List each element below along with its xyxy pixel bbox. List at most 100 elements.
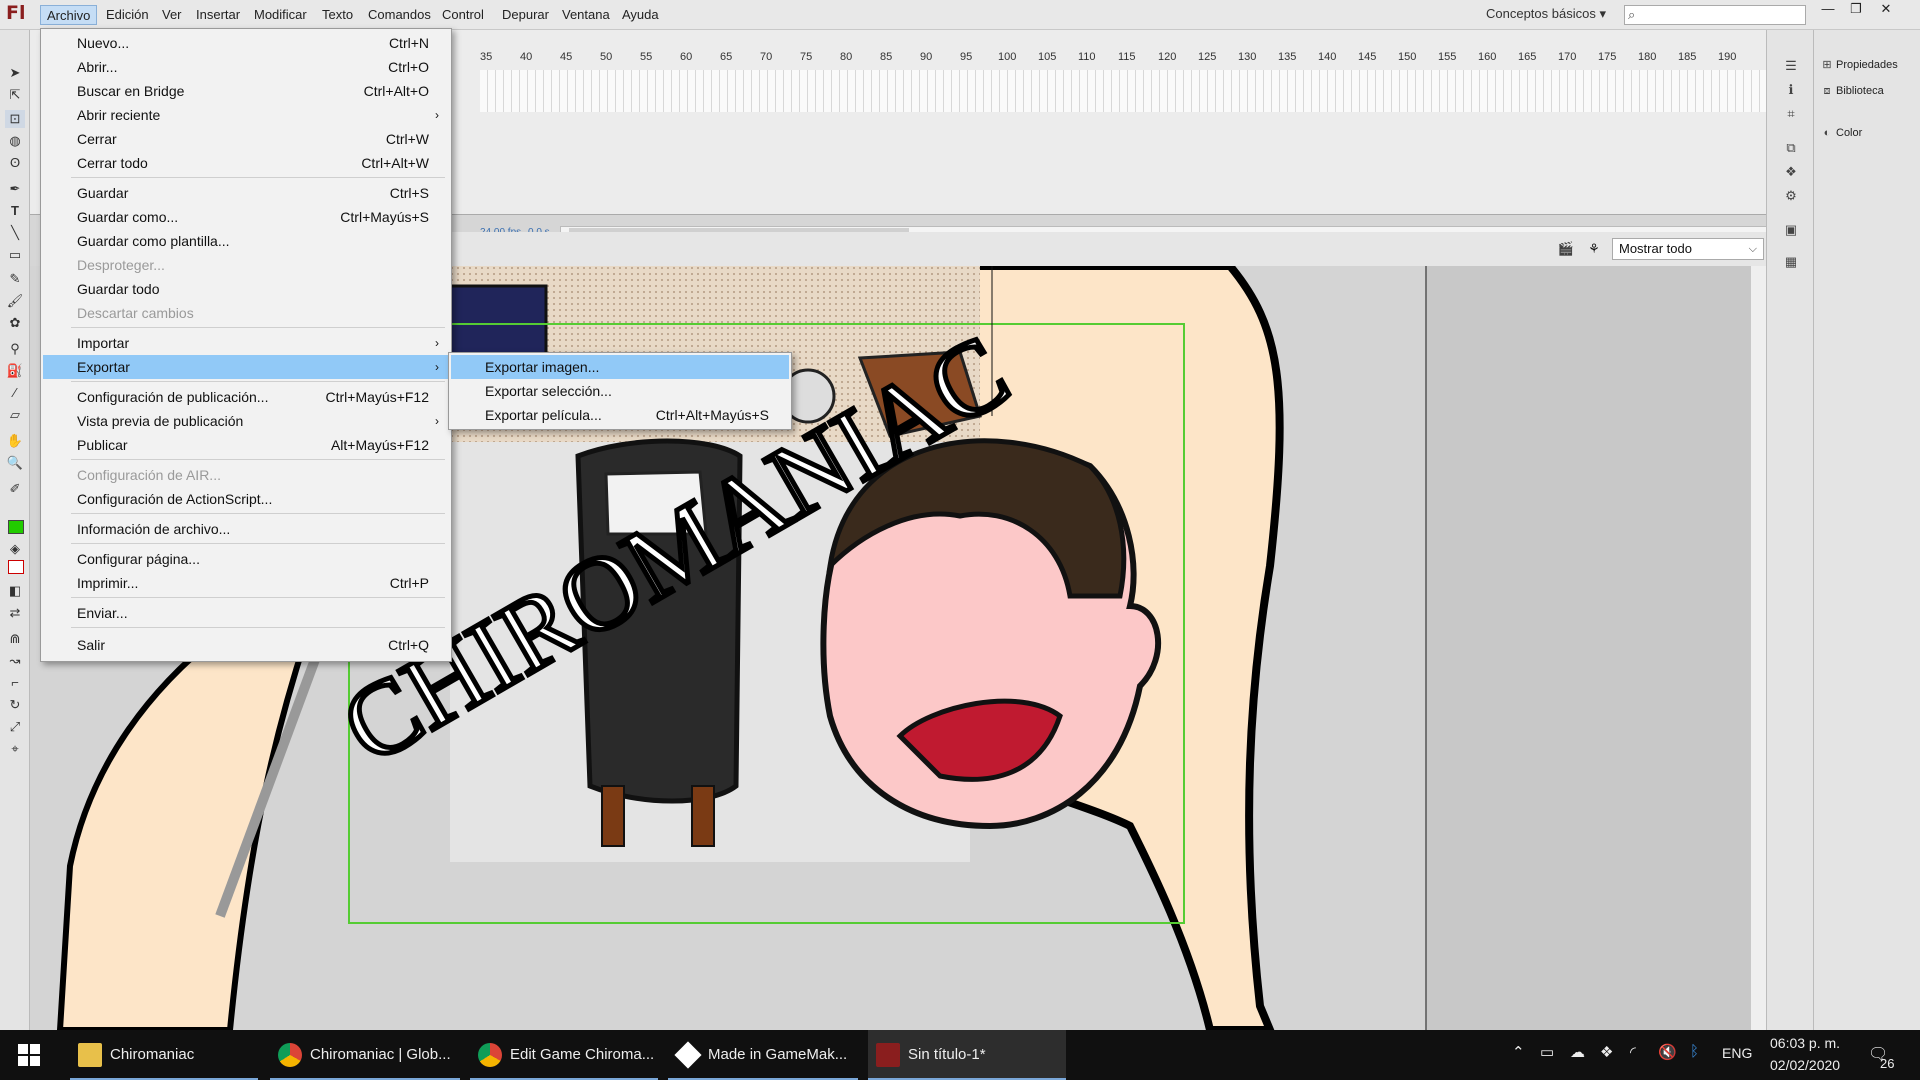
pen-tool-icon[interactable]: ✒ <box>5 180 25 198</box>
motion-presets-icon[interactable]: ⚙ <box>1781 188 1801 206</box>
minimize-icon[interactable]: — <box>1814 0 1842 18</box>
menu-item-cerrar[interactable]: Cerrar Ctrl+W <box>43 127 449 151</box>
clock-date[interactable]: 02/02/2020 <box>1770 1057 1840 1073</box>
edit-scene-icon[interactable]: 🎬 <box>1556 240 1576 258</box>
stage-vertical-scrollbar[interactable] <box>1750 266 1766 1030</box>
stroke-color-swatch[interactable] <box>8 520 24 534</box>
chevron-up-icon[interactable]: ⌃ <box>1512 1043 1525 1061</box>
smooth-icon[interactable]: ↝ <box>5 652 25 670</box>
menu-item-config-publicacion[interactable]: Configuración de publicación... Ctrl+Mayú… <box>43 385 449 409</box>
pencil-tool-icon[interactable]: ✎ <box>5 270 25 288</box>
taskbar-gamemaker[interactable]: Made in GameMak... <box>668 1030 858 1080</box>
subselection-tool-icon[interactable]: ⇱ <box>5 86 25 104</box>
taskbar-explorer[interactable]: Chiromaniac <box>70 1030 258 1080</box>
menu-edicion[interactable]: Edición <box>100 5 155 25</box>
workspace-switcher[interactable]: Conceptos básicos ▾ <box>1486 6 1606 22</box>
battery-icon[interactable]: ▭ <box>1540 1043 1554 1061</box>
menu-item-vista-previa[interactable]: Vista previa de publicación › <box>43 409 449 433</box>
scale-icon[interactable]: ⤢ <box>5 718 25 736</box>
zoom-select[interactable]: Mostrar todo ⌵ <box>1612 238 1764 260</box>
wifi-icon[interactable]: ◜ <box>1630 1043 1636 1061</box>
menu-item-guardar[interactable]: Guardar Ctrl+S <box>43 181 449 205</box>
menu-ayuda[interactable]: Ayuda <box>616 5 665 25</box>
align-icon[interactable]: ☰ <box>1781 58 1801 76</box>
menu-item-exportar-imagen[interactable]: Exportar imagen... <box>451 355 789 379</box>
clock-time[interactable]: 06:03 p. m. <box>1770 1035 1840 1051</box>
fill-color-swatch[interactable] <box>8 560 24 574</box>
menu-item-salir[interactable]: Salir Ctrl+Q <box>43 633 449 657</box>
menu-item-exportar-seleccion[interactable]: Exportar selección... <box>451 379 789 403</box>
menu-item-guardar-plantilla[interactable]: Guardar como plantilla... <box>43 229 449 253</box>
menu-control[interactable]: Control <box>436 5 490 25</box>
menu-item-guardar-como[interactable]: Guardar como... Ctrl+Mayús+S <box>43 205 449 229</box>
hand-tool-icon[interactable]: ✋ <box>5 432 25 450</box>
brush-tool-icon[interactable]: 🖌 <box>5 292 25 310</box>
rectangle-tool-icon[interactable]: ▭ <box>5 246 25 264</box>
menu-texto[interactable]: Texto <box>316 5 359 25</box>
bone-tool-icon[interactable]: ⚲ <box>5 340 25 358</box>
lasso-tool-icon[interactable]: ʘ <box>5 154 25 172</box>
zoom-tool-icon[interactable]: 🔍 <box>5 454 25 472</box>
menu-item-exportar-pelicula[interactable]: Exportar película... Ctrl+Alt+Mayús+S <box>451 403 789 427</box>
fill-color-icon[interactable]: ◈ <box>5 540 25 558</box>
paint-bucket-tool-icon[interactable]: ⛽ <box>5 362 25 380</box>
menu-depurar[interactable]: Depurar <box>496 5 555 25</box>
deco-tool-icon[interactable]: ✿ <box>5 314 25 332</box>
straighten-icon[interactable]: ⌐ <box>5 674 25 692</box>
menu-item-imprimir[interactable]: Imprimir... Ctrl+P <box>43 571 449 595</box>
swap-colors-icon[interactable]: ⇄ <box>5 604 25 622</box>
close-icon[interactable]: ✕ <box>1872 0 1900 18</box>
rotate-icon[interactable]: ↻ <box>5 696 25 714</box>
menu-ventana[interactable]: Ventana <box>556 5 616 25</box>
volume-muted-icon[interactable]: 🔇 <box>1658 1043 1677 1061</box>
black-white-icon[interactable]: ◧ <box>5 582 25 600</box>
menu-item-buscar-bridge[interactable]: Buscar en Bridge Ctrl+Alt+O <box>43 79 449 103</box>
menu-item-info-archivo[interactable]: Información de archivo... <box>43 517 449 541</box>
menu-item-enviar[interactable]: Enviar... <box>43 601 449 625</box>
selection-tool-icon[interactable]: ➤ <box>5 64 25 82</box>
menu-item-nuevo[interactable]: Nuevo... Ctrl+N <box>43 31 449 55</box>
menu-ver[interactable]: Ver <box>156 5 188 25</box>
menu-item-configurar-pagina[interactable]: Configurar página... <box>43 547 449 571</box>
menu-item-guardar-todo[interactable]: Guardar todo <box>43 277 449 301</box>
taskbar-chrome-2[interactable]: Edit Game Chiroma... <box>470 1030 658 1080</box>
menu-item-publicar[interactable]: Publicar Alt+Mayús+F12 <box>43 433 449 457</box>
menu-modificar[interactable]: Modificar <box>248 5 313 25</box>
panel-library[interactable]: ⧈ Biblioteca <box>1818 80 1918 102</box>
menu-insertar[interactable]: Insertar <box>190 5 246 25</box>
cloud-icon[interactable]: ☁ <box>1570 1043 1585 1061</box>
snap-magnet-icon[interactable]: ⋒ <box>5 630 25 648</box>
menu-item-config-actionscript[interactable]: Configuración de ActionScript... <box>43 487 449 511</box>
restore-icon[interactable]: ❐ <box>1842 0 1870 18</box>
info-icon[interactable]: ℹ <box>1781 82 1801 100</box>
line-tool-icon[interactable]: ╲ <box>5 224 25 242</box>
project-icon[interactable]: ▣ <box>1781 222 1801 240</box>
menu-item-cerrar-todo[interactable]: Cerrar todo Ctrl+Alt+W <box>43 151 449 175</box>
taskbar-animate[interactable]: Sin título-1* <box>868 1030 1066 1080</box>
camera-icon[interactable]: ⌖ <box>5 740 25 758</box>
menu-archivo[interactable]: Archivo <box>40 5 98 25</box>
swatches-icon[interactable]: ▦ <box>1781 254 1801 272</box>
components-icon[interactable]: ❖ <box>1781 164 1801 182</box>
stroke-color-icon[interactable]: ✐ <box>5 480 25 498</box>
language-indicator[interactable]: ENG <box>1722 1045 1752 1061</box>
dropbox-icon[interactable]: ❖ <box>1600 1043 1613 1061</box>
edit-symbol-icon[interactable]: ⚘ <box>1584 240 1604 258</box>
3d-rotation-tool-icon[interactable]: ◍ <box>5 132 25 150</box>
taskbar-chrome-1[interactable]: Chiromaniac | Glob... <box>270 1030 460 1080</box>
free-transform-tool-icon[interactable]: ⊡ <box>5 110 25 128</box>
help-search-input[interactable]: ⌕ <box>1624 5 1806 25</box>
bluetooth-icon[interactable]: ᛒ <box>1690 1043 1699 1060</box>
eyedropper-tool-icon[interactable]: ⁄ <box>5 384 25 402</box>
text-tool-icon[interactable]: T <box>5 202 25 220</box>
eraser-tool-icon[interactable]: ▱ <box>5 406 25 424</box>
menu-item-importar[interactable]: Importar › <box>43 331 449 355</box>
panel-properties[interactable]: ⊞ Propiedades <box>1818 54 1918 76</box>
panel-color[interactable]: ◐ Color <box>1818 122 1918 144</box>
frame-grid[interactable] <box>480 70 1790 112</box>
windows-start-icon[interactable] <box>18 1044 40 1066</box>
menu-comandos[interactable]: Comandos <box>362 5 437 25</box>
code-snippets-icon[interactable]: ⧉ <box>1781 140 1801 158</box>
menu-item-exportar[interactable]: Exportar › <box>43 355 449 379</box>
menu-item-abrir-reciente[interactable]: Abrir reciente › <box>43 103 449 127</box>
